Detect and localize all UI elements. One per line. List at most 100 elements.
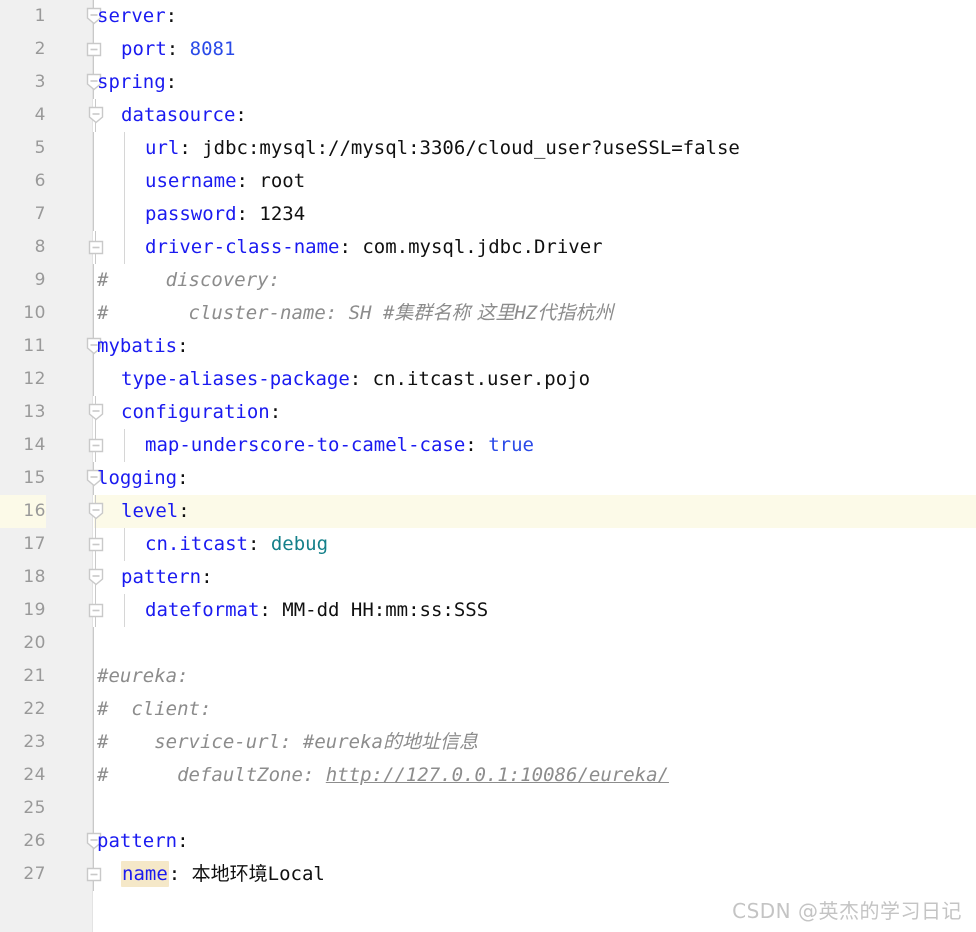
code-token: : (177, 830, 189, 852)
fold-marker-glyph[interactable] (88, 238, 104, 257)
code-line[interactable]: 21 #eureka: (0, 660, 976, 693)
code-line[interactable]: 8 driver-class-name: com.mysql.jdbc.Drive… (0, 231, 976, 264)
fold-collapse-icon[interactable] (86, 561, 106, 594)
code-token: debug (270, 533, 329, 555)
code-token: server (97, 5, 166, 27)
code-text[interactable]: mybatis: (97, 330, 189, 363)
code-line[interactable]: 14 map-underscore-to-camel-case: true (0, 429, 976, 462)
fold-collapse-icon[interactable] (86, 99, 106, 132)
code-line[interactable]: 26 pattern: (0, 825, 976, 858)
code-line[interactable]: 6 username: root (0, 165, 976, 198)
code-line[interactable]: 10 # cluster-name: SH #集群名称 这里HZ代指杭州 (0, 297, 976, 330)
fold-stem (93, 792, 94, 825)
code-line[interactable]: 20 (0, 627, 976, 660)
fold-collapse-icon[interactable] (86, 495, 106, 528)
code-text[interactable]: configuration: (121, 396, 281, 429)
code-line[interactable]: 25 (0, 792, 976, 825)
code-text[interactable]: dateformat: MM-dd HH:mm:ss:SSS (145, 594, 488, 627)
code-line[interactable]: 16 level: (0, 495, 976, 528)
code-line[interactable]: 2 port: 8081 (0, 33, 976, 66)
indent-guide (124, 231, 125, 264)
code-text[interactable]: logging: (97, 462, 189, 495)
code-token: : (236, 170, 260, 192)
code-text[interactable]: pattern: (121, 561, 213, 594)
code-text[interactable]: username: root (145, 165, 305, 198)
code-line[interactable]: 4 datasource: (0, 99, 976, 132)
fold-stem (93, 132, 94, 165)
fold-end-icon[interactable] (86, 528, 106, 561)
indent-guide (124, 429, 125, 462)
line-number: 25 (23, 798, 46, 818)
code-text[interactable]: # service-url: #eureka的地址信息 (97, 726, 478, 759)
fold-marker-glyph[interactable] (88, 436, 104, 455)
code-line[interactable]: 17 cn.itcast: debug (0, 528, 976, 561)
code-text[interactable]: datasource: (121, 99, 247, 132)
code-line[interactable]: 13 configuration: (0, 396, 976, 429)
code-text[interactable]: # cluster-name: SH #集群名称 这里HZ代指杭州 (97, 297, 613, 330)
code-text[interactable]: url: jdbc:mysql://mysql:3306/cloud_user?… (145, 132, 740, 165)
code-line[interactable]: 22 # client: (0, 693, 976, 726)
line-number: 23 (23, 732, 46, 752)
code-token: type-aliases-package (121, 368, 350, 390)
code-token: 集群名称 这里 (394, 302, 515, 324)
code-token: : (177, 335, 189, 357)
code-token: configuration (121, 401, 270, 423)
fold-marker-glyph[interactable] (88, 502, 104, 521)
fold-end-icon[interactable] (84, 858, 104, 891)
fold-marker-glyph[interactable] (88, 601, 104, 620)
comment-url[interactable]: http://127.0.0.1:10086/eureka/ (326, 764, 669, 786)
code-line[interactable]: 1 server: (0, 0, 976, 33)
code-token: username (145, 170, 237, 192)
code-text[interactable]: level: (121, 495, 190, 528)
code-line[interactable]: 18 pattern: (0, 561, 976, 594)
fold-marker-glyph[interactable] (88, 568, 104, 587)
code-line[interactable]: 9 # discovery: (0, 264, 976, 297)
code-text[interactable]: pattern: (97, 825, 189, 858)
code-line[interactable]: 3 spring: (0, 66, 976, 99)
code-line[interactable]: 12 type-aliases-package: cn.itcast.user.p… (0, 363, 976, 396)
fold-marker-glyph[interactable] (86, 865, 102, 884)
code-token: HZ (514, 302, 538, 324)
code-line[interactable]: 7 password: 1234 (0, 198, 976, 231)
code-text[interactable]: map-underscore-to-camel-case: true (145, 429, 534, 462)
line-background (94, 330, 976, 363)
code-text[interactable]: name: 本地环境Local (121, 858, 325, 891)
code-text[interactable]: server: (97, 0, 177, 33)
code-text[interactable]: # defaultZone: http://127.0.0.1:10086/eu… (97, 759, 669, 792)
fold-end-icon[interactable] (86, 429, 106, 462)
fold-marker-glyph[interactable] (86, 40, 102, 59)
fold-collapse-icon[interactable] (86, 396, 106, 429)
code-token: : (201, 566, 213, 588)
fold-marker-glyph[interactable] (88, 106, 104, 125)
code-text[interactable]: cn.itcast: debug (145, 528, 328, 561)
code-token: 本地环境 (191, 863, 268, 885)
code-text[interactable]: type-aliases-package: cn.itcast.user.poj… (121, 363, 590, 396)
code-text[interactable]: # client: (97, 693, 211, 726)
code-text[interactable]: #eureka: (97, 660, 189, 693)
code-token: Local (267, 863, 325, 885)
code-line[interactable]: 27 name: 本地环境Local (0, 858, 976, 891)
code-token: : (465, 434, 489, 456)
code-token: root (259, 170, 306, 192)
code-text[interactable]: driver-class-name: com.mysql.jdbc.Driver (145, 231, 603, 264)
code-token: 1234 (259, 203, 306, 225)
fold-end-icon[interactable] (86, 594, 106, 627)
code-text[interactable]: password: 1234 (145, 198, 305, 231)
fold-marker-glyph[interactable] (88, 535, 104, 554)
code-text[interactable]: spring: (97, 66, 177, 99)
code-line[interactable]: 24 # defaultZone: http://127.0.0.1:10086/… (0, 759, 976, 792)
fold-marker-glyph[interactable] (88, 403, 104, 422)
code-line[interactable]: 5 url: jdbc:mysql://mysql:3306/cloud_user… (0, 132, 976, 165)
code-line[interactable]: 11 mybatis: (0, 330, 976, 363)
code-editor[interactable]: 1 server: 2 port: 8081 3 spring: 4 datasource: 5… (0, 0, 976, 932)
code-text[interactable]: port: 8081 (121, 33, 235, 66)
line-number: 7 (34, 204, 46, 224)
code-line[interactable]: 15 logging: (0, 462, 976, 495)
fold-end-icon[interactable] (84, 33, 104, 66)
code-line[interactable]: 19 dateformat: MM-dd HH:mm:ss:SSS (0, 594, 976, 627)
line-background (94, 627, 976, 660)
code-token: #eureka: (97, 665, 189, 687)
code-text[interactable]: # discovery: (97, 264, 280, 297)
fold-end-icon[interactable] (86, 231, 106, 264)
code-line[interactable]: 23 # service-url: #eureka的地址信息 (0, 726, 976, 759)
